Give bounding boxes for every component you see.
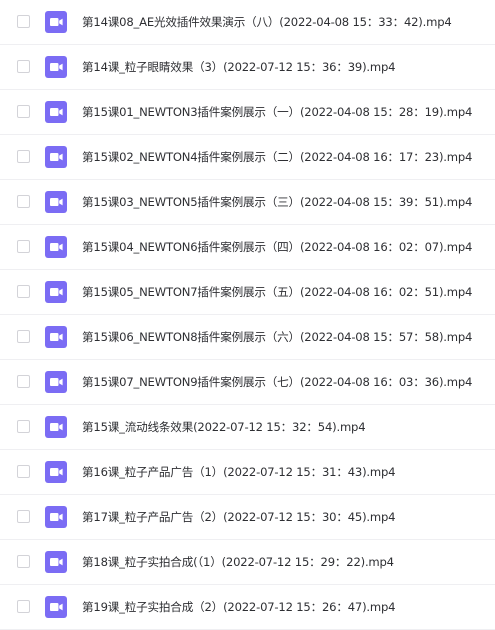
file-checkbox[interactable] — [17, 150, 30, 163]
file-name[interactable]: 第15课01_NEWTON3插件案例展示（一）(2022-04-08 15：28… — [82, 104, 491, 120]
file-name[interactable]: 第17课_粒子产品广告（2）(2022-07-12 15：30：45).mp4 — [82, 509, 491, 525]
file-checkbox[interactable] — [17, 420, 30, 433]
file-row[interactable]: 第15课02_NEWTON4插件案例展示（二）(2022-04-08 16：17… — [0, 135, 495, 180]
file-row[interactable]: 第15课05_NEWTON7插件案例展示（五）(2022-04-08 16：02… — [0, 270, 495, 315]
file-checkbox[interactable] — [17, 195, 30, 208]
file-name[interactable]: 第16课_粒子产品广告（1）(2022-07-12 15：31：43).mp4 — [82, 464, 491, 480]
video-file-icon — [45, 101, 67, 123]
file-row[interactable]: 第17课_粒子产品广告（2）(2022-07-12 15：30：45).mp4 — [0, 495, 495, 540]
file-checkbox[interactable] — [17, 60, 30, 73]
file-checkbox[interactable] — [17, 285, 30, 298]
file-row[interactable]: 第16课_粒子产品广告（1）(2022-07-12 15：31：43).mp4 — [0, 450, 495, 495]
file-row[interactable]: 第19课_粒子实拍合成（2）(2022-07-12 15：26：47).mp4 — [0, 585, 495, 630]
file-checkbox[interactable] — [17, 330, 30, 343]
video-file-icon — [45, 416, 67, 438]
file-name[interactable]: 第15课04_NEWTON6插件案例展示（四）(2022-04-08 16：02… — [82, 239, 491, 255]
file-row[interactable]: 第15课07_NEWTON9插件案例展示（七）(2022-04-08 16：03… — [0, 360, 495, 405]
file-name[interactable]: 第18课_粒子实拍合成(（1）(2022-07-12 15：29：22).mp4 — [82, 554, 491, 570]
file-checkbox[interactable] — [17, 240, 30, 253]
file-row[interactable]: 第14课_粒子眼睛效果（3）(2022-07-12 15：36：39).mp4 — [0, 45, 495, 90]
file-name[interactable]: 第15课07_NEWTON9插件案例展示（七）(2022-04-08 16：03… — [82, 374, 491, 390]
file-name[interactable]: 第15课06_NEWTON8插件案例展示（六）(2022-04-08 15：57… — [82, 329, 491, 345]
file-name[interactable]: 第14课08_AE光效插件效果演示（八）(2022-04-08 15：33：42… — [82, 14, 491, 30]
file-name[interactable]: 第15课_流动线条效果(2022-07-12 15：32：54).mp4 — [82, 419, 491, 435]
file-name[interactable]: 第15课02_NEWTON4插件案例展示（二）(2022-04-08 16：17… — [82, 149, 491, 165]
file-list: 第14课08_AE光效插件效果演示（八）(2022-04-08 15：33：42… — [0, 0, 495, 630]
video-file-icon — [45, 371, 67, 393]
video-file-icon — [45, 596, 67, 618]
file-row[interactable]: 第15课04_NEWTON6插件案例展示（四）(2022-04-08 16：02… — [0, 225, 495, 270]
video-file-icon — [45, 56, 67, 78]
file-checkbox[interactable] — [17, 600, 30, 613]
video-file-icon — [45, 326, 67, 348]
file-row[interactable]: 第14课08_AE光效插件效果演示（八）(2022-04-08 15：33：42… — [0, 0, 495, 45]
file-checkbox[interactable] — [17, 105, 30, 118]
video-file-icon — [45, 506, 67, 528]
file-name[interactable]: 第19课_粒子实拍合成（2）(2022-07-12 15：26：47).mp4 — [82, 599, 491, 615]
video-file-icon — [45, 461, 67, 483]
file-checkbox[interactable] — [17, 465, 30, 478]
file-checkbox[interactable] — [17, 555, 30, 568]
file-row[interactable]: 第18课_粒子实拍合成(（1）(2022-07-12 15：29：22).mp4 — [0, 540, 495, 585]
video-file-icon — [45, 236, 67, 258]
video-file-icon — [45, 191, 67, 213]
file-checkbox[interactable] — [17, 15, 30, 28]
file-checkbox[interactable] — [17, 375, 30, 388]
file-name[interactable]: 第14课_粒子眼睛效果（3）(2022-07-12 15：36：39).mp4 — [82, 59, 491, 75]
file-checkbox[interactable] — [17, 510, 30, 523]
file-row[interactable]: 第15课_流动线条效果(2022-07-12 15：32：54).mp4 — [0, 405, 495, 450]
video-file-icon — [45, 146, 67, 168]
file-row[interactable]: 第15课01_NEWTON3插件案例展示（一）(2022-04-08 15：28… — [0, 90, 495, 135]
video-file-icon — [45, 11, 67, 33]
file-row[interactable]: 第15课03_NEWTON5插件案例展示（三）(2022-04-08 15：39… — [0, 180, 495, 225]
video-file-icon — [45, 281, 67, 303]
video-file-icon — [45, 551, 67, 573]
file-row[interactable]: 第15课06_NEWTON8插件案例展示（六）(2022-04-08 15：57… — [0, 315, 495, 360]
file-name[interactable]: 第15课05_NEWTON7插件案例展示（五）(2022-04-08 16：02… — [82, 284, 491, 300]
file-name[interactable]: 第15课03_NEWTON5插件案例展示（三）(2022-04-08 15：39… — [82, 194, 491, 210]
